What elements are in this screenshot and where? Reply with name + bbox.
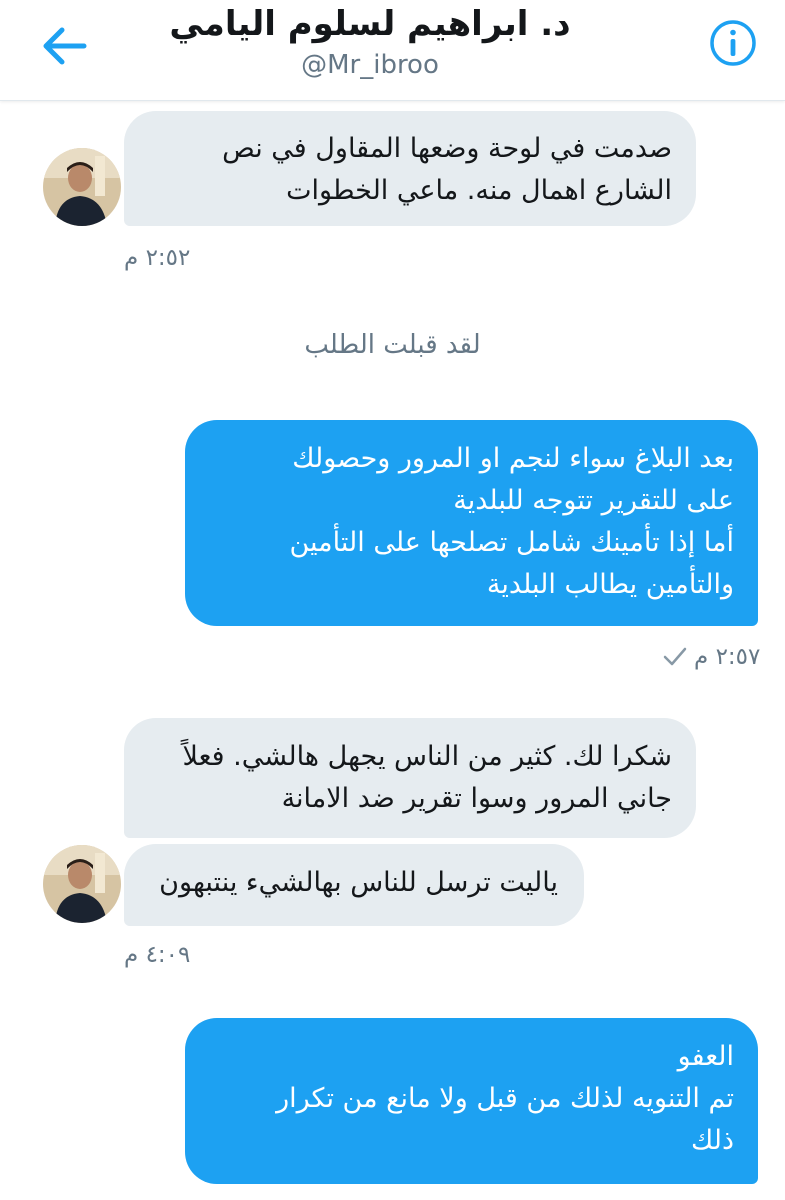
avatar-photo	[43, 845, 121, 923]
info-button[interactable]	[708, 18, 758, 68]
message-line: شكرا لك. كثير من الناس يجهل هالشي. فعلاً	[182, 741, 672, 772]
message-bubble-incoming[interactable]: صدمت في لوحة وضعها المقاول في نص الشارع …	[124, 111, 696, 226]
message-line: الشارع اهمال منه. ماعي الخطوات	[286, 175, 672, 206]
sender-avatar[interactable]	[43, 845, 121, 923]
info-icon	[710, 20, 756, 66]
message-line: أما إذا تأمينك شامل تصلحها على التأمين	[289, 527, 734, 558]
request-accepted-notice: لقد قبلت الطلب	[304, 330, 481, 360]
message-line: على للتقرير تتوجه للبلدية	[453, 485, 734, 516]
arrow-left-icon	[43, 27, 87, 65]
message-bubble-outgoing[interactable]: بعد البلاغ سواء لنجم او المرور وحصولك عل…	[185, 420, 758, 626]
message-line: والتأمين يطالب البلدية	[486, 569, 734, 600]
message-line: تم التنويه لذلك من قبل ولا مانع من تكرار	[276, 1083, 734, 1114]
message-timestamp: ٢:٥٧ م	[694, 644, 761, 670]
message-line: ذلك	[690, 1125, 734, 1156]
message-line: العفو	[677, 1041, 734, 1072]
conversation-title: د. ابراهيم لسلوم اليامي	[169, 4, 571, 44]
message-timestamp: ٤:٠٩ م	[124, 942, 191, 968]
avatar-photo	[43, 148, 121, 226]
message-bubble-outgoing[interactable]: العفو تم التنويه لذلك من قبل ولا مانع من…	[185, 1018, 758, 1184]
message-line: ياليت ترسل للناس بهالشيء ينتبهون	[159, 867, 558, 898]
message-line: صدمت في لوحة وضعها المقاول في نص	[222, 133, 672, 164]
conversation-header: د. ابراهيم لسلوم اليامي @Mr_ibroo	[0, 0, 785, 101]
back-button[interactable]	[38, 22, 90, 70]
message-line: جاني المرور وسوا تقرير ضد الامانة	[281, 783, 672, 814]
sender-avatar[interactable]	[43, 148, 121, 226]
conversation-handle: @Mr_ibroo	[301, 50, 439, 80]
message-bubble-incoming[interactable]: ياليت ترسل للناس بهالشيء ينتبهون	[124, 844, 584, 926]
message-bubble-incoming[interactable]: شكرا لك. كثير من الناس يجهل هالشي. فعلاً…	[124, 718, 696, 838]
check-icon	[663, 647, 687, 666]
message-line: بعد البلاغ سواء لنجم او المرور وحصولك	[292, 443, 734, 474]
message-timestamp: ٢:٥٢ م	[124, 245, 191, 271]
